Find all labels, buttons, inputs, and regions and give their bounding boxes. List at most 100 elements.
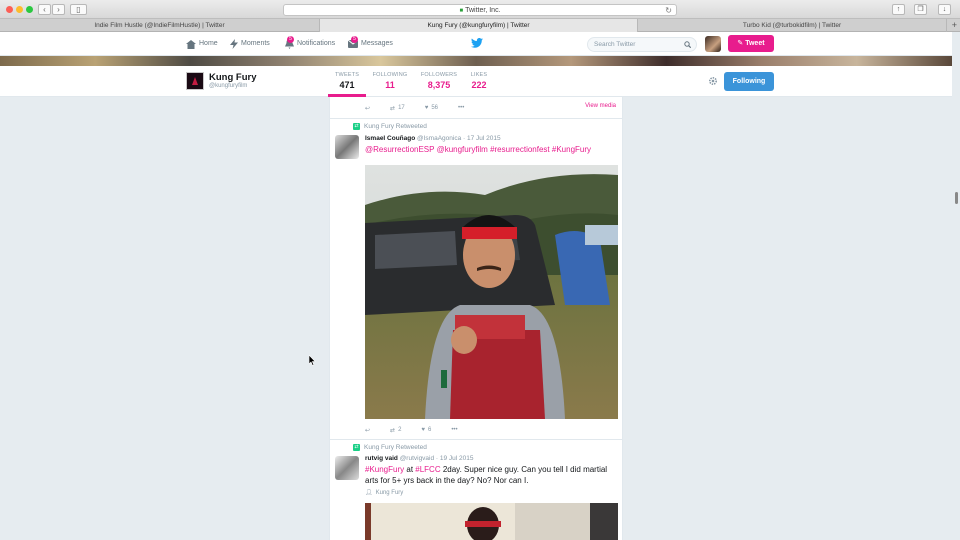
photo-image [365,165,618,419]
retweet-context-label[interactable]: Kung Fury Retweeted [364,444,427,451]
browser-titlebar: ‹ › ▯ ■ Twitter, Inc. ↻ ↑ ❐ ↓ [0,0,960,19]
author-handle[interactable]: @rutvigvaid [400,455,434,462]
stat-tweets-label: TWEETS [335,72,360,78]
tweet-button-label: Tweet [745,40,765,47]
tab-kung-fury[interactable]: Kung Fury (@kungfuryfilm) | Twitter [320,19,638,32]
more-icon[interactable]: ••• [451,427,457,433]
new-tab-button[interactable]: + [952,19,957,32]
reply-icon[interactable]: ↩ [365,105,370,112]
divider [330,439,622,440]
stat-followers[interactable]: FOLLOWERS 8,375 [419,72,459,90]
like-action[interactable]: ♥ 6 [421,427,431,433]
nav-home[interactable]: Home [186,32,218,56]
retweet-action[interactable]: ⇄ 2 [390,427,401,434]
tweet-photo[interactable] [365,165,618,419]
stat-likes-label: LIKES [470,72,488,78]
tweet-date[interactable]: · 17 Jul 2015 [463,135,501,142]
tweet-button[interactable]: ✎ Tweet [728,35,774,52]
reload-icon[interactable]: ↻ [665,5,672,16]
stat-likes-value: 222 [471,80,487,90]
hashtag-link[interactable]: #LFCC [415,465,440,474]
heart-icon: ♥ [424,105,429,111]
mention-link[interactable]: @ResurrectionESP [365,145,434,154]
heart-icon: ♥ [421,427,425,433]
tab-indie-film-hustle[interactable]: Indie Film Hustle (@IndieFilmHustle) | T… [0,19,320,32]
tabs-overview-icon[interactable]: ❐ [914,4,927,15]
retweet-count: 17 [398,105,405,111]
retweet-context: ⇄ Kung Fury Retweeted [353,123,427,130]
author-handle[interactable]: @IsmaAgonica [417,135,461,142]
tweet-text: @ResurrectionESP @kungfuryfilm #resurrec… [365,144,615,155]
tweet-text-segment: at [404,465,416,474]
back-icon[interactable]: ‹ [38,4,51,15]
retweet-small-icon: ⇄ [353,444,360,451]
nav-moments[interactable]: Moments [230,32,270,56]
like-action[interactable]: ♥ 56 [425,105,438,111]
timeline: ↩ ⇄ 17 ♥ 56 ••• View media ⇄ Kung Fury Ret… [329,97,623,540]
tagged-user-label: Kung Fury [375,489,404,496]
reply-icon[interactable]: ↩ [365,427,370,434]
sidebar-icon[interactable]: ▯ [70,4,87,15]
address-text: Twitter, Inc. [465,7,501,14]
share-icon[interactable]: ↑ [892,4,905,15]
search-icon[interactable] [684,41,691,48]
stat-likes[interactable]: LIKES 222 [467,72,491,90]
like-count: 56 [431,105,438,111]
close-window-button[interactable] [6,6,13,13]
search-input[interactable]: Search Twitter [587,37,697,52]
profile-banner [0,56,952,66]
tweet-photo[interactable] [365,503,618,540]
profile-avatar[interactable] [186,72,204,90]
stat-tweets[interactable]: TWEETS 471 [335,72,359,90]
gear-icon[interactable] [708,76,718,86]
home-icon [186,39,196,49]
minimize-window-button[interactable] [16,6,23,13]
twitter-top-nav: Home Moments Notifications 5 Messages 5 … [0,32,952,56]
profile-nav: Kung Fury @kungfuryfilm TWEETS 471 FOLLO… [0,66,952,97]
hashtag-link[interactable]: #resurrectionfest [490,145,550,154]
retweet-action[interactable]: ⇄ 17 [390,105,405,112]
retweet-icon: ⇄ [390,105,396,112]
author-avatar[interactable] [335,456,359,480]
tagged-user[interactable]: 👤︎ Kung Fury [365,489,404,497]
author-name[interactable]: rutvig vaid [365,455,398,462]
mention-link[interactable]: @kungfuryfilm [437,145,488,154]
following-button[interactable]: Following [724,72,774,91]
stat-following[interactable]: FOLLOWING 11 [371,72,409,90]
more-icon[interactable]: ••• [458,105,464,111]
lightning-icon [230,39,238,49]
retweet-small-icon: ⇄ [353,123,360,130]
tweet-text-segment: 2day. Super nice guy. Can you tell I did… [440,465,608,474]
downloads-icon[interactable]: ↓ [938,4,951,15]
address-bar[interactable]: ■ Twitter, Inc. ↻ [283,4,677,16]
retweet-context: ⇄ Kung Fury Retweeted [353,444,427,451]
author-name[interactable]: Ismael Couñago [365,135,415,142]
tweet-header: rutvig vaid @rutvigvaid · 19 Jul 2015 [365,455,474,462]
tab-bar: Indie Film Hustle (@IndieFilmHustle) | T… [0,19,960,32]
retweet-context-label[interactable]: Kung Fury Retweeted [364,123,427,130]
tweet-date[interactable]: · 19 Jul 2015 [436,455,474,462]
nav-notifications-label: Notifications [297,40,336,47]
author-avatar[interactable] [335,135,359,159]
like-count: 6 [427,427,432,433]
nav-notifications[interactable]: Notifications [285,32,335,56]
account-avatar[interactable] [705,36,721,52]
divider [330,118,622,119]
stat-followers-value: 8,375 [427,80,451,90]
view-media-link[interactable]: View media [585,103,616,109]
retweet-icon: ⇄ [390,427,396,434]
profile-name[interactable]: Kung Fury [209,72,257,83]
photo-image [365,503,618,540]
page-scrollbar[interactable] [955,192,958,204]
hashtag-link[interactable]: #KungFury [365,465,404,474]
person-icon: 👤︎ [365,490,373,496]
lock-icon: ■ [459,8,464,14]
tab-turbo-kid[interactable]: Turbo Kid (@turbokidfilm) | Twitter [638,19,947,32]
twitter-bird-icon[interactable] [471,38,483,48]
tweet-text-segment: arts for 5+ yrs back in the day? No? Nor… [365,476,529,485]
zoom-window-button[interactable] [26,6,33,13]
tweet-actions: ↩ ⇄ 2 ♥ 6 ••• [365,425,478,435]
retweet-count: 2 [398,427,402,433]
forward-icon[interactable]: › [52,4,65,15]
hashtag-link[interactable]: #KungFury [552,145,591,154]
